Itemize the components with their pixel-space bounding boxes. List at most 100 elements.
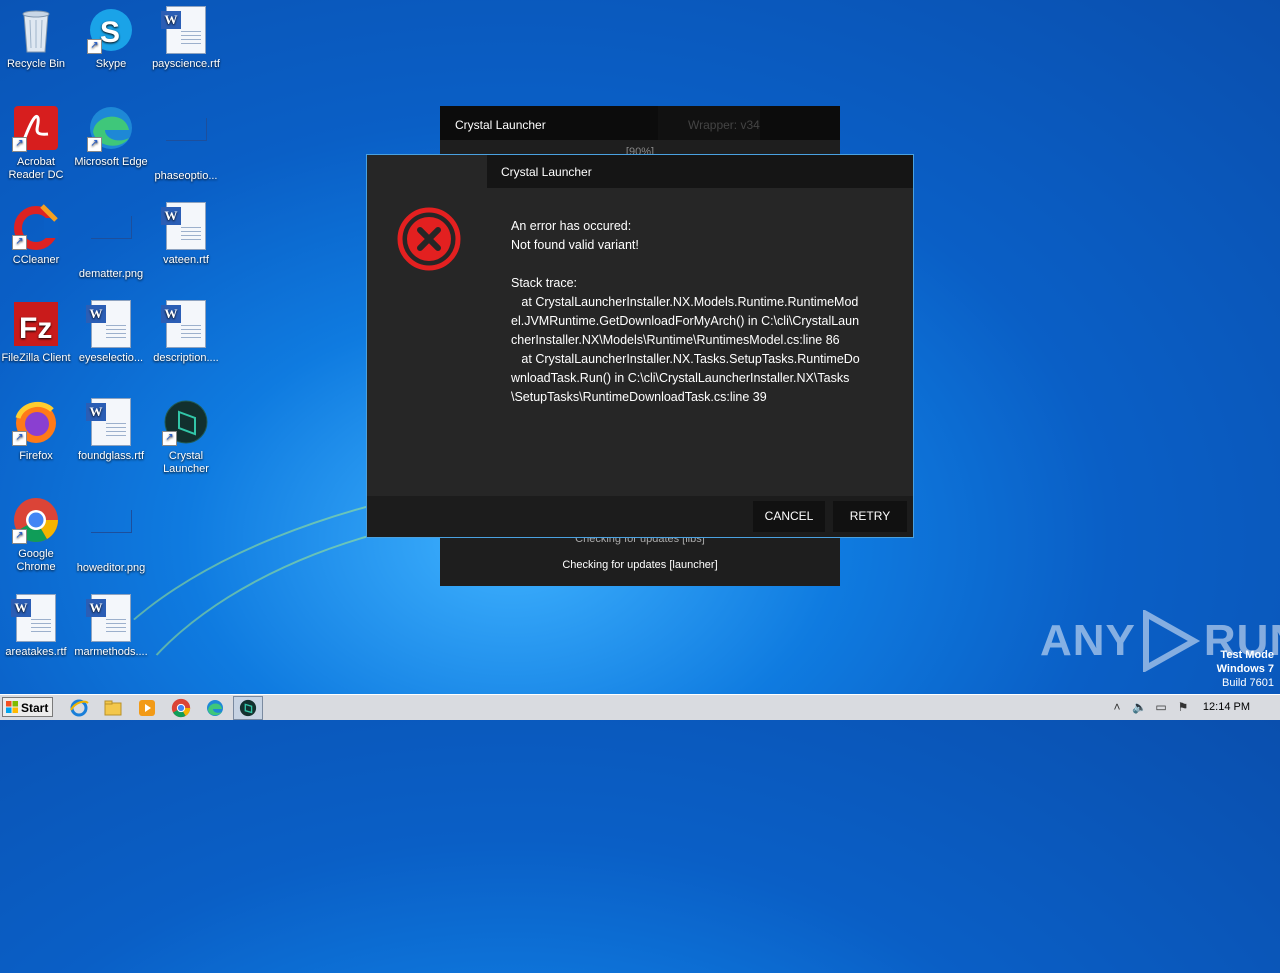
svg-text:Fz: Fz	[19, 312, 52, 345]
desktop-icon-foundglass[interactable]: W foundglass.rtf	[73, 398, 149, 463]
desktop-icon-filezilla[interactable]: Fz FileZilla Client	[0, 300, 74, 365]
shortcut-arrow-icon: ↗	[12, 235, 27, 250]
desktop-icon-label: areatakes.rtf	[5, 646, 67, 658]
start-label: Start	[21, 701, 49, 715]
network-icon[interactable]: ▭	[1154, 701, 1168, 714]
desktop-icon-areatakes[interactable]: W areatakes.rtf	[0, 594, 74, 659]
filezilla-icon: Fz	[12, 300, 60, 348]
test-mode-notice: Test Mode Windows 7 Build 7601	[1217, 648, 1274, 690]
show-hidden-icons-icon[interactable]: ˄	[1110, 701, 1124, 714]
crystal-launcher-taskbar-button[interactable]	[233, 696, 263, 720]
desktop-icon-howeditor[interactable]: howeditor.png	[73, 496, 149, 575]
desktop-icon-label: howeditor.png	[76, 562, 146, 574]
watermark-brand-left: ANY	[1040, 616, 1136, 665]
windows-logo-icon	[6, 701, 18, 713]
desktop-icon-label: CCleaner	[12, 254, 60, 266]
desktop-icon-payscience[interactable]: W payscience.rtf	[148, 6, 224, 71]
build-line: Build 7601	[1222, 677, 1274, 689]
desktop-icon-firefox[interactable]: ↗ Firefox	[0, 398, 74, 463]
shortcut-arrow-icon: ↗	[87, 137, 102, 152]
desktop-icon-label: marmethods....	[74, 646, 148, 658]
desktop-icon-vateen[interactable]: W vateen.rtf	[148, 202, 224, 267]
desktop-icon-skype[interactable]: S ↗ Skype	[73, 6, 149, 71]
desktop-icon-label: phaseoptio...	[154, 170, 218, 182]
launcher-titlebar[interactable]: Crystal Launcher Wrapper: v34	[440, 106, 840, 140]
error-message: An error has occured: Not found valid va…	[511, 219, 860, 404]
crystal-launcher-icon: ↗	[162, 398, 210, 446]
action-center-flag-icon[interactable]: ⚑	[1176, 701, 1190, 714]
edge-icon[interactable]	[205, 698, 225, 718]
retry-button[interactable]: RETRY	[833, 501, 907, 532]
launcher-status-launcher: Checking for updates [launcher]	[562, 559, 718, 571]
firefox-icon: ↗	[12, 398, 60, 446]
desktop-icon-label: Acrobat Reader DC	[8, 156, 64, 181]
word-doc-icon: W	[86, 594, 135, 642]
cancel-button[interactable]: CANCEL	[753, 501, 825, 532]
desktop-icon-marmethods[interactable]: W marmethods....	[73, 594, 149, 659]
desktop-icon-label: foundglass.rtf	[77, 450, 145, 462]
desktop-icon-label: Microsoft Edge	[74, 156, 148, 168]
windows-version-line: Windows 7	[1216, 663, 1274, 675]
ie-icon[interactable]	[69, 698, 89, 718]
shortcut-arrow-icon: ↗	[12, 529, 27, 544]
error-dialog[interactable]: Crystal Launcher An error has occured: N…	[366, 154, 914, 538]
word-doc-icon: W	[161, 300, 210, 348]
desktop-icon-label: FileZilla Client	[1, 352, 71, 364]
system-tray: ˄ 🔈 ▭ ⚑ 12:14 PM	[1104, 695, 1280, 720]
explorer-icon[interactable]	[103, 698, 123, 718]
word-doc-icon: W	[161, 6, 210, 54]
ccleaner-icon: ↗	[12, 202, 60, 250]
png-file-icon	[87, 510, 135, 558]
word-doc-icon: W	[11, 594, 60, 642]
desktop-icon-label: Google Chrome	[16, 548, 56, 573]
svg-text:S: S	[100, 16, 120, 49]
shortcut-arrow-icon: ↗	[12, 431, 27, 446]
dialog-titlebar[interactable]: Crystal Launcher	[487, 155, 913, 188]
volume-icon[interactable]: 🔈	[1132, 701, 1147, 714]
png-file-icon	[162, 118, 210, 166]
launcher-title: Crystal Launcher	[455, 118, 546, 132]
chrome-icon: ↗	[12, 496, 60, 544]
error-x-icon	[397, 207, 461, 271]
edge-icon: ↗	[87, 104, 135, 152]
desktop-icon-label: description....	[153, 352, 219, 364]
dialog-footer: CANCEL RETRY	[367, 496, 913, 537]
skype-icon: S ↗	[87, 6, 135, 54]
desktop-icon-edge[interactable]: ↗ Microsoft Edge	[73, 104, 149, 169]
desktop-icon-description[interactable]: W description....	[148, 300, 224, 365]
shortcut-arrow-icon: ↗	[12, 137, 27, 152]
taskbar: Start ˄ 🔈 ▭ ⚑ 12:14 PM	[0, 694, 1280, 720]
desktop-icon-label: eyeselectio...	[78, 352, 144, 364]
desktop-icon-label: Skype	[95, 58, 127, 70]
shortcut-arrow-icon: ↗	[162, 431, 177, 446]
word-doc-icon: W	[86, 300, 135, 348]
acrobat-icon: ↗	[12, 104, 60, 152]
clock[interactable]: 12:14 PM	[1203, 701, 1250, 713]
desktop-icon-ccleaner[interactable]: ↗ CCleaner	[0, 202, 74, 267]
desktop-icon-label: Recycle Bin	[6, 58, 66, 70]
launcher-wrapper-version: Wrapper: v34	[658, 106, 760, 140]
recycle-bin-icon	[12, 6, 60, 54]
desktop-icon-acrobat[interactable]: ↗ Acrobat Reader DC	[0, 104, 74, 182]
chrome-icon[interactable]	[171, 698, 191, 718]
desktop-icon-label: dematter.png	[78, 268, 144, 280]
desktop-icon-phaseoption[interactable]: phaseoptio...	[148, 104, 224, 183]
desktop-icon-label: Crystal Launcher	[163, 450, 209, 475]
png-file-icon	[87, 216, 135, 264]
word-doc-icon: W	[161, 202, 210, 250]
media-player-icon[interactable]	[137, 698, 157, 718]
desktop-icon-eyeselection[interactable]: W eyeselectio...	[73, 300, 149, 365]
desktop-icon-recycle-bin[interactable]: Recycle Bin	[0, 6, 74, 71]
desktop-icon-chrome[interactable]: ↗ Google Chrome	[0, 496, 74, 574]
start-button[interactable]: Start	[2, 697, 53, 717]
desktop-icon-label: payscience.rtf	[152, 58, 220, 70]
dialog-title: Crystal Launcher	[501, 165, 592, 179]
desktop-icon-label: Firefox	[19, 450, 53, 462]
shortcut-arrow-icon: ↗	[87, 39, 102, 54]
desktop-icon-dematter[interactable]: dematter.png	[73, 202, 149, 281]
desktop-icon-crystal-launcher[interactable]: ↗ Crystal Launcher	[148, 398, 224, 476]
word-doc-icon: W	[86, 398, 135, 446]
play-icon	[1142, 610, 1201, 672]
crystal-launcher-icon	[239, 699, 257, 717]
test-mode-line: Test Mode	[1220, 649, 1274, 661]
